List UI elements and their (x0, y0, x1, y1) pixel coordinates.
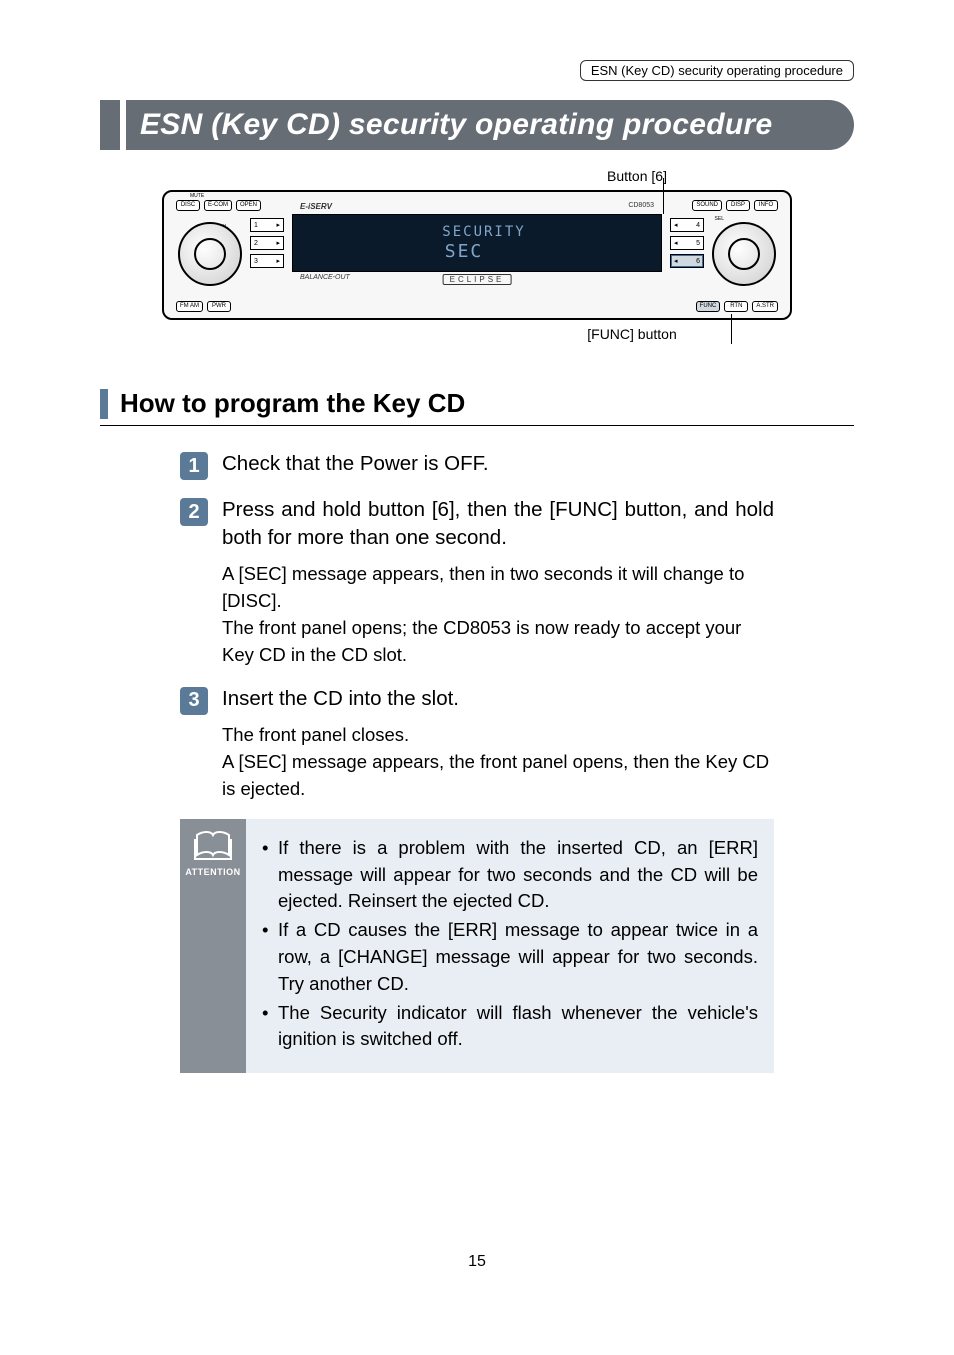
attention-label: ATTENTION (185, 867, 240, 877)
mute-label: MUTE (190, 193, 204, 199)
lcd-screen: SECURITY SEC (292, 214, 662, 272)
model-label: CD8053 (628, 202, 654, 209)
right-knob-icon (712, 222, 776, 286)
callout-button-6: Button [6] (100, 168, 854, 184)
step-2: 2 Press and hold button [6], then the [F… (180, 496, 774, 669)
open-button: OPEN (236, 200, 261, 211)
balance-label: BALANCE-OUT (300, 274, 350, 281)
attention-item: If a CD causes the [ERR] message to appe… (262, 917, 758, 997)
page-number: 15 (100, 1253, 854, 1271)
title-stub (100, 100, 120, 150)
attention-box: ATTENTION If there is a problem with the… (180, 819, 774, 1074)
lcd-line-2: SEC (307, 243, 661, 261)
preset-6-button: ◂6 (670, 254, 704, 268)
callout-line-icon (731, 314, 732, 344)
step-3-lead: Insert the CD into the slot. (222, 685, 774, 713)
preset-1-button: 1▸ (250, 218, 284, 232)
preset-5-button: ◂5 (670, 236, 704, 250)
callout-line-icon (663, 178, 664, 214)
disp-button: DISP (726, 200, 750, 211)
step-3: 3 Insert the CD into the slot. The front… (180, 685, 774, 803)
bottom-right-button-row: FUNC RTN A.STR (696, 301, 778, 312)
step-number-badge: 1 (180, 452, 208, 480)
lcd-line-1: SECURITY (307, 225, 661, 239)
attention-sidebar: ATTENTION (180, 819, 246, 1074)
car-stereo-illustration: MUTE VOL ESN SEL RESET DISC E-COM OPEN S… (162, 190, 792, 320)
step-1-lead: Check that the Power is OFF. (222, 450, 774, 478)
section-header: How to program the Key CD (100, 388, 854, 426)
preset-2-button: 2▸ (250, 236, 284, 250)
brand-label: E-iSERV (300, 202, 332, 211)
pwr-button: PWR (207, 301, 231, 312)
step-2-desc: A [SEC] message appears, then in two sec… (222, 561, 774, 668)
ecom-button: E-COM (204, 200, 232, 211)
disc-button: DISC (176, 200, 200, 211)
sound-button: SOUND (692, 200, 722, 211)
attention-content: If there is a problem with the inserted … (246, 819, 774, 1074)
step-number-badge: 2 (180, 498, 208, 526)
sel-label: SEL (715, 216, 724, 222)
step-1: 1 Check that the Power is OFF. (180, 450, 774, 480)
func-button: FUNC (696, 301, 721, 312)
device-figure: Button [6] MUTE VOL ESN SEL RESET DISC E… (100, 168, 854, 342)
attention-item: If there is a problem with the inserted … (262, 835, 758, 915)
fm-am-button: FM AM (176, 301, 203, 312)
open-book-icon (193, 829, 233, 863)
step-2-lead: Press and hold button [6], then the [FUN… (222, 496, 774, 551)
astr-button: A.STR (752, 301, 778, 312)
section-accent-bar (100, 389, 108, 419)
callout-func-button: [FUNC] button (100, 326, 854, 342)
step-number-badge: 3 (180, 687, 208, 715)
preset-left-column: 1▸ 2▸ 3▸ (250, 218, 284, 268)
top-left-button-row: DISC E-COM OPEN (176, 200, 261, 211)
eclipse-logo: ECLIPSE (443, 274, 512, 285)
left-knob-icon (178, 222, 242, 286)
section-title: How to program the Key CD (120, 388, 465, 419)
page-title: ESN (Key CD) security operating procedur… (126, 100, 854, 150)
preset-4-button: ◂4 (670, 218, 704, 232)
attention-item: The Security indicator will flash whenev… (262, 1000, 758, 1054)
bottom-left-button-row: FM AM PWR (176, 301, 231, 312)
running-head: ESN (Key CD) security operating procedur… (580, 60, 854, 81)
info-button: INFO (754, 200, 778, 211)
preset-right-column: ◂4 ◂5 ◂6 (670, 218, 704, 268)
page-title-bar: ESN (Key CD) security operating procedur… (100, 100, 854, 150)
preset-3-button: 3▸ (250, 254, 284, 268)
rtn-button: RTN (724, 301, 748, 312)
step-3-desc: The front panel closes. A [SEC] message … (222, 722, 774, 802)
top-right-button-row: SOUND DISP INFO (692, 200, 778, 211)
